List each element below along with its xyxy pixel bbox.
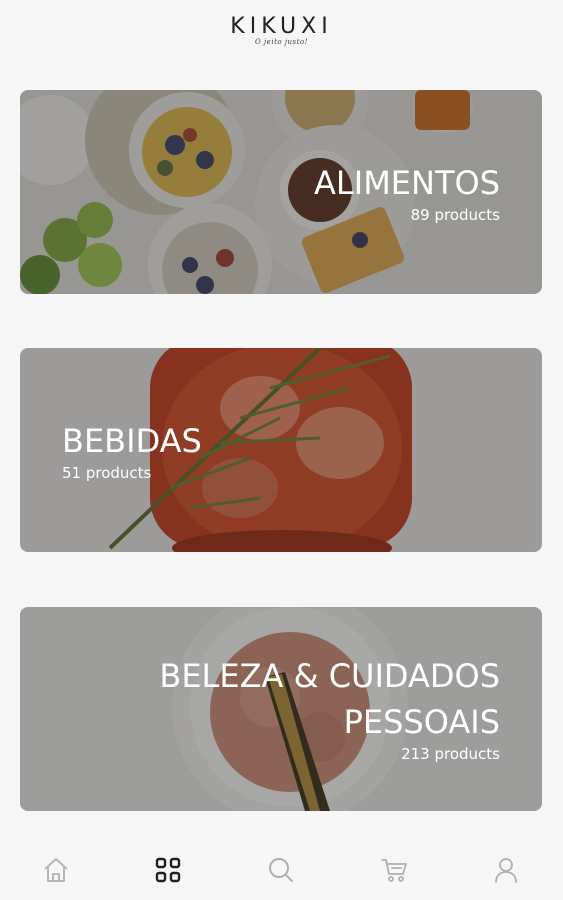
- tab-profile[interactable]: [488, 852, 524, 888]
- category-card-beleza[interactable]: BELEZA & CUIDADOS PESSOAIS 213 products: [20, 607, 542, 811]
- tab-categories[interactable]: [150, 852, 186, 888]
- category-title: ALIMENTOS: [314, 164, 500, 202]
- user-icon: [495, 858, 517, 883]
- category-title: BEBIDAS: [62, 422, 202, 460]
- category-title: BELEZA & CUIDADOS PESSOAIS: [159, 657, 500, 741]
- tab-home[interactable]: [38, 852, 74, 888]
- category-card-alimentos[interactable]: ALIMENTOS 89 products: [20, 90, 542, 294]
- search-icon: [269, 858, 293, 882]
- brand-name: KIKUXI: [230, 14, 333, 39]
- category-count: 213 products: [401, 745, 500, 763]
- category-card-bebidas[interactable]: BEBIDAS 51 products: [20, 348, 542, 552]
- category-count: 89 products: [410, 206, 500, 224]
- grid-icon: [155, 857, 181, 883]
- brand-logo[interactable]: KIKUXI O jeito justo!: [0, 14, 563, 46]
- brand-tagline: O jeito justo!: [255, 38, 308, 46]
- card-text: ALIMENTOS 89 products: [314, 160, 500, 224]
- category-count: 51 products: [62, 464, 152, 482]
- cart-icon: [381, 859, 407, 882]
- tab-cart[interactable]: [376, 852, 412, 888]
- app-header: KIKUXI O jeito justo!: [0, 0, 563, 60]
- bottom-tab-bar: [0, 838, 563, 900]
- card-text: BEBIDAS 51 products: [62, 418, 202, 482]
- card-text: BELEZA & CUIDADOS PESSOAIS 213 products: [80, 653, 500, 763]
- tab-search[interactable]: [263, 852, 299, 888]
- home-icon: [44, 858, 68, 882]
